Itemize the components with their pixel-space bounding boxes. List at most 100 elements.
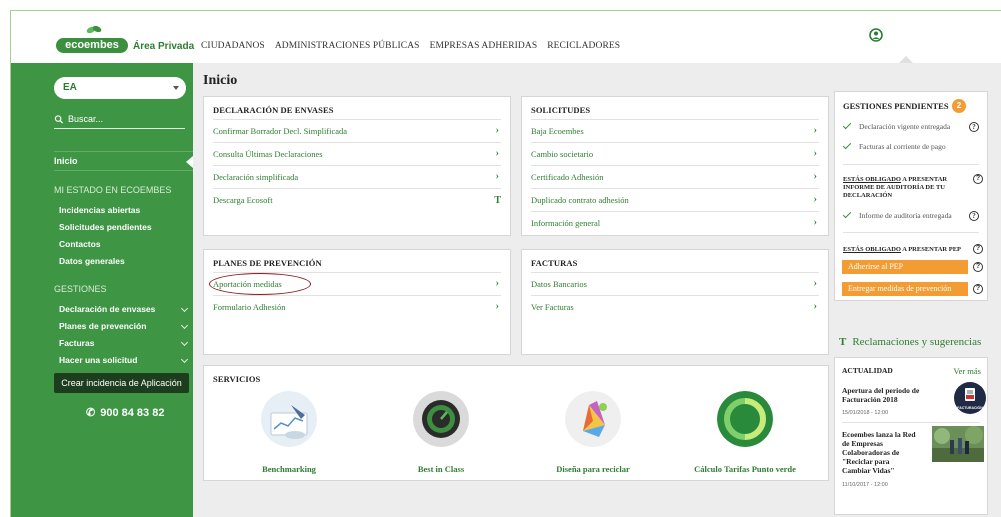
- chevron-right-icon: ›: [495, 171, 499, 182]
- list-item[interactable]: Baja Ecoembes ›: [531, 119, 819, 142]
- main-content: Inicio DECLARACIÓN DE ENVASES Confirmar …: [193, 63, 829, 517]
- list-item[interactable]: Certificado Adhesión ›: [531, 165, 819, 188]
- chevron-right-icon: ›: [813, 194, 817, 205]
- sidebar-item-datos-generales[interactable]: Datos generales: [59, 256, 125, 266]
- chevron-right-icon: ›: [495, 148, 499, 159]
- phone-icon: ✆: [86, 407, 96, 419]
- adherirse-pep-button[interactable]: Adherirse al PEP: [842, 260, 968, 274]
- ecoembes-logo[interactable]: ecoembes: [56, 25, 128, 54]
- help-icon[interactable]: ?: [973, 284, 983, 294]
- list-item-label: Confirmar Borrador Decl. Simplificada: [213, 126, 348, 136]
- status-row: Declaración vigente entregada ?: [842, 120, 983, 132]
- user-icon[interactable]: [869, 28, 883, 42]
- sidebar-item-label: Inicio: [54, 156, 78, 166]
- list-item[interactable]: Cambio societario ›: [531, 142, 819, 165]
- help-icon[interactable]: ?: [969, 122, 979, 132]
- card-list: Confirmar Borrador Decl. Simplificada › C…: [213, 119, 501, 211]
- card-title: DECLARACIÓN DE ENVASES: [213, 105, 334, 115]
- reclamaciones-label: Reclamaciones y sugerencias: [852, 336, 982, 348]
- active-indicator: [186, 156, 193, 168]
- chevron-down-icon: [180, 321, 189, 330]
- sidebar-item-hacer-solicitud[interactable]: Hacer una solicitud: [59, 355, 189, 365]
- list-item-label: Declaración simplificada: [213, 172, 299, 182]
- sidebar-item-planes[interactable]: Planes de prevención: [59, 321, 189, 331]
- entregar-medidas-button[interactable]: Entregar medidas de prevención: [842, 282, 968, 296]
- chevron-down-icon: [180, 355, 189, 364]
- reclamaciones-link[interactable]: T Reclamaciones y sugerencias: [839, 336, 981, 348]
- help-icon[interactable]: ?: [973, 244, 983, 254]
- chevron-down-icon: [180, 338, 189, 347]
- card-list: Baja Ecoembes › Cambio societario › Certif…: [531, 119, 819, 234]
- sidebar-heading-gestiones: GESTIONES: [54, 284, 107, 294]
- user-menu-caret: [899, 56, 913, 63]
- list-item[interactable]: Información general ›: [531, 211, 819, 234]
- list-item-label: Baja Ecoembes: [531, 126, 584, 136]
- list-item[interactable]: Declaración simplificada ›: [213, 165, 501, 188]
- status-text: Facturas al corriente de pago: [859, 142, 946, 151]
- punto-verde-icon: [717, 391, 773, 447]
- chevron-right-icon: ›: [813, 217, 817, 228]
- service-benchmarking[interactable]: Benchmarking: [224, 391, 354, 474]
- list-item[interactable]: Consulta Últimas Declaraciones ›: [213, 142, 501, 165]
- card-title: PLANES DE PREVENCIÓN: [213, 258, 322, 268]
- help-icon[interactable]: ?: [973, 262, 983, 272]
- sidebar-item-inicio[interactable]: Inicio: [54, 151, 193, 171]
- gestiones-pendientes-card: GESTIONES PENDIENTES 2 Declaración vigen…: [834, 91, 988, 301]
- sidebar-item-facturas[interactable]: Facturas: [59, 338, 189, 348]
- news-date: 11/10/2017 - 12:00: [842, 482, 888, 488]
- download-icon: T: [494, 195, 501, 206]
- chevron-right-icon: ›: [813, 278, 817, 289]
- service-best-in-class[interactable]: Best in Class: [376, 391, 506, 474]
- nav-administraciones[interactable]: ADMINISTRACIONES PÚBLICAS: [275, 41, 420, 51]
- check-icon: [842, 120, 852, 130]
- chevron-right-icon: ›: [813, 125, 817, 136]
- ver-mas-link[interactable]: Ver más: [953, 366, 981, 376]
- search-placeholder: Buscar...: [68, 114, 104, 124]
- list-item-label: Formulario Adhesión: [213, 302, 286, 312]
- service-calculo-tarifas[interactable]: Cálculo Tarifas Punto verde: [680, 391, 810, 474]
- list-item-label: Duplicado contrato adhesión: [531, 195, 629, 205]
- help-icon[interactable]: ?: [969, 211, 979, 221]
- news-photo[interactable]: [932, 426, 984, 462]
- list-item[interactable]: Datos Bancarios ›: [531, 272, 819, 295]
- list-item[interactable]: Ver Facturas ›: [531, 295, 819, 318]
- obligado-link[interactable]: ESTÁS OBLIGADO: [843, 246, 901, 253]
- check-icon: [842, 209, 852, 219]
- list-item[interactable]: Aportación medidas ›: [209, 272, 501, 295]
- divider: [842, 422, 980, 423]
- sidebar-item-incidencias[interactable]: Incidencias abiertas: [59, 205, 140, 215]
- sidebar-item-declaracion[interactable]: Declaración de envases: [59, 304, 189, 314]
- list-item[interactable]: Duplicado contrato adhesión ›: [531, 188, 819, 211]
- news-title[interactable]: Apertura del periodo de Facturación 2018: [842, 386, 932, 404]
- search-input[interactable]: Buscar...: [54, 111, 185, 129]
- divider: [843, 232, 979, 233]
- list-item[interactable]: Descarga Ecosoft T: [213, 188, 501, 211]
- chevron-down-icon: [173, 86, 179, 90]
- help-icon[interactable]: ?: [973, 174, 983, 184]
- crear-incidencia-button[interactable]: Crear incidencia de Aplicación: [54, 373, 189, 393]
- sidebar-item-solicitudes[interactable]: Solicitudes pendientes: [59, 222, 152, 232]
- list-item[interactable]: Formulario Adhesión ›: [213, 295, 501, 318]
- nav-recicladores[interactable]: RECICLADORES: [547, 41, 620, 51]
- status-row: Facturas al corriente de pago: [842, 140, 983, 151]
- actualidad-title: ACTUALIDAD: [842, 366, 893, 375]
- obligado-link[interactable]: ESTÁS OBLIGADO: [843, 176, 901, 183]
- design-recycle-icon: [565, 391, 621, 447]
- list-item-label: Información general: [531, 218, 601, 228]
- entity-select[interactable]: EA: [54, 77, 186, 99]
- sidebar-item-label: Planes de prevención: [59, 321, 147, 331]
- sidebar-item-label: Facturas: [59, 338, 95, 348]
- obligado-pep: ESTÁS OBLIGADO A PRESENTAR PEP: [843, 246, 963, 254]
- card-title: SOLICITUDES: [531, 105, 591, 115]
- list-item[interactable]: Confirmar Borrador Decl. Simplificada ›: [213, 119, 501, 142]
- news-thumbnail[interactable]: FACTURACIÓN: [954, 382, 986, 414]
- nav-empresas[interactable]: EMPRESAS ADHERIDAS: [430, 41, 538, 51]
- sidebar-item-contactos[interactable]: Contactos: [59, 239, 101, 249]
- news-title[interactable]: Ecoembes lanza la Red de Empresas Colabo…: [842, 430, 917, 475]
- service-disena-reciclar[interactable]: Diseña para reciclar: [528, 391, 658, 474]
- nav-ciudadanos[interactable]: CIUDADANOS: [201, 41, 265, 51]
- sidebar: EA Buscar... Inicio MI ESTADO EN ECOEMBE…: [11, 63, 193, 517]
- app-frame: ecoembes Área Privada CIUDADANOS ADMINIS…: [10, 10, 1001, 517]
- chevron-down-icon: [180, 304, 189, 313]
- news-date: 15/01/2018 - 12:00: [842, 410, 889, 416]
